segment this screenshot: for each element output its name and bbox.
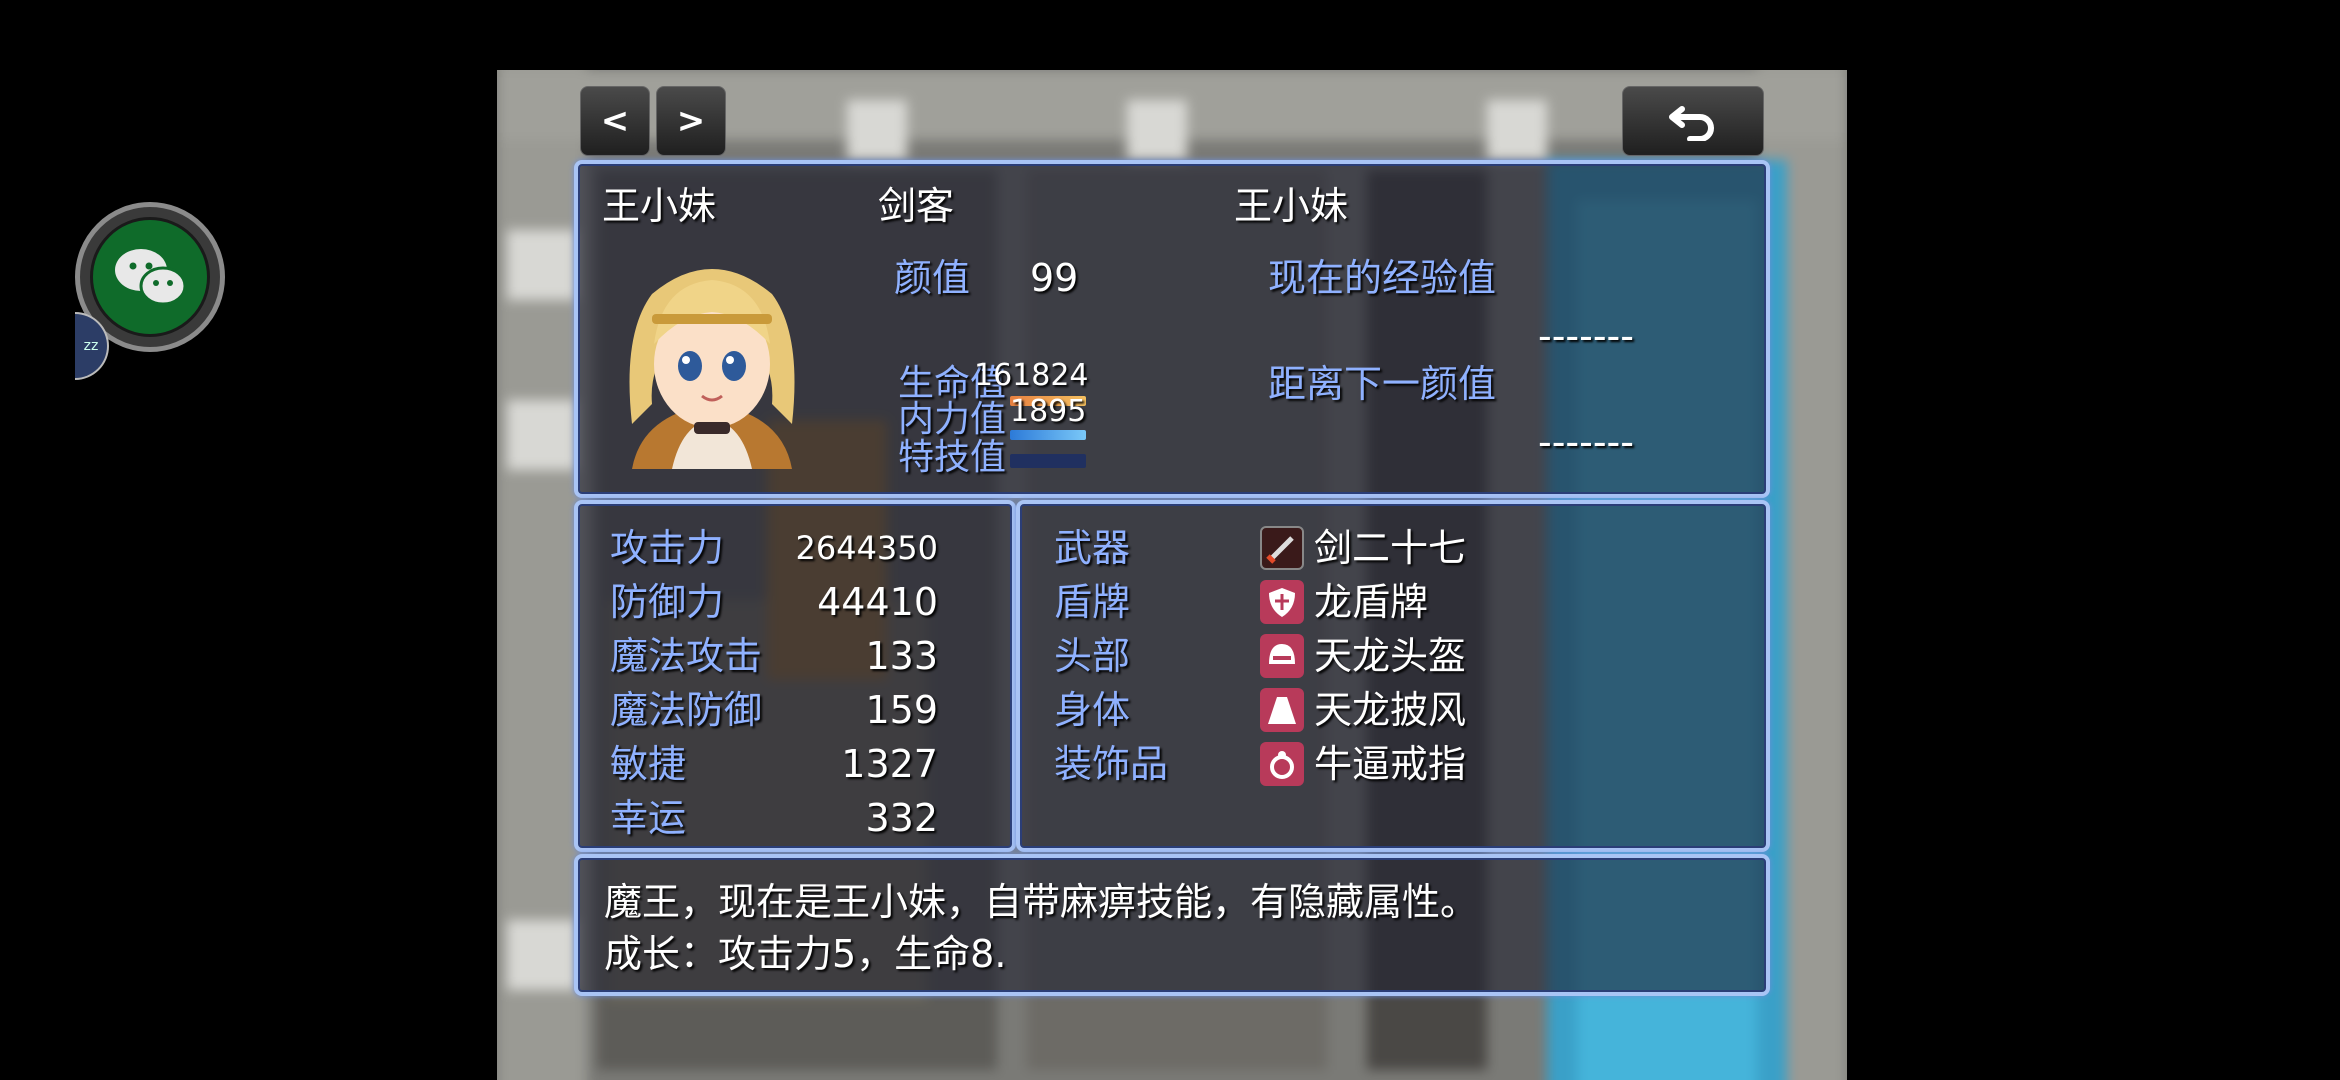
back-button[interactable] [1622,86,1764,156]
undo-arrow-icon [1669,106,1714,141]
exp-label: 现在的经验值 [1268,256,1497,300]
shield-icon [1260,580,1304,624]
tp-label: 特技值 [898,437,1007,478]
exp-value: ------- [1538,314,1634,358]
description-line-2: 成长：攻击力5，生命8. [604,932,1007,976]
next-character-button[interactable]: > [656,86,726,156]
parameters-panel: 攻击力 2644350 防御力 44410 魔法攻击 133 魔法防御 159 … [574,500,1016,852]
status-header-panel: 王小妹 剑客 王小妹 颜值 99 现在的经验值 ------- 距离下一颜值 -… [574,160,1770,498]
sword-icon [1260,526,1304,570]
next-level-label: 距离下一颜值 [1268,362,1497,406]
character-name: 王小妹 [602,184,717,228]
next-level-value: ------- [1538,420,1634,464]
wechat-icon [90,217,210,337]
charm-value: 99 [1030,256,1079,300]
equipment-panel: 武器 剑二十七 盾牌 龙盾牌 头部 天龙头盔 身体 天龙披风 装饰品 牛逼戒指 [1016,500,1770,852]
prev-character-button[interactable]: < [580,86,650,156]
tp-gauge [1010,454,1086,468]
character-class: 剑客 [878,184,955,228]
description-line-1: 魔王，现在是王小妹，自带麻痹技能，有隐藏属性。 [604,880,1479,924]
character-portrait [602,254,822,474]
cloak-icon [1260,688,1304,732]
helmet-icon [1260,634,1304,678]
mp-value: 1895 [1010,394,1087,429]
character-nickname: 王小妹 [1234,184,1349,228]
ring-icon [1260,742,1304,786]
description-panel: 魔王，现在是王小妹，自带麻痹技能，有隐藏属性。 成长：攻击力5，生命8. [574,854,1770,996]
charm-label: 颜值 [894,256,971,300]
